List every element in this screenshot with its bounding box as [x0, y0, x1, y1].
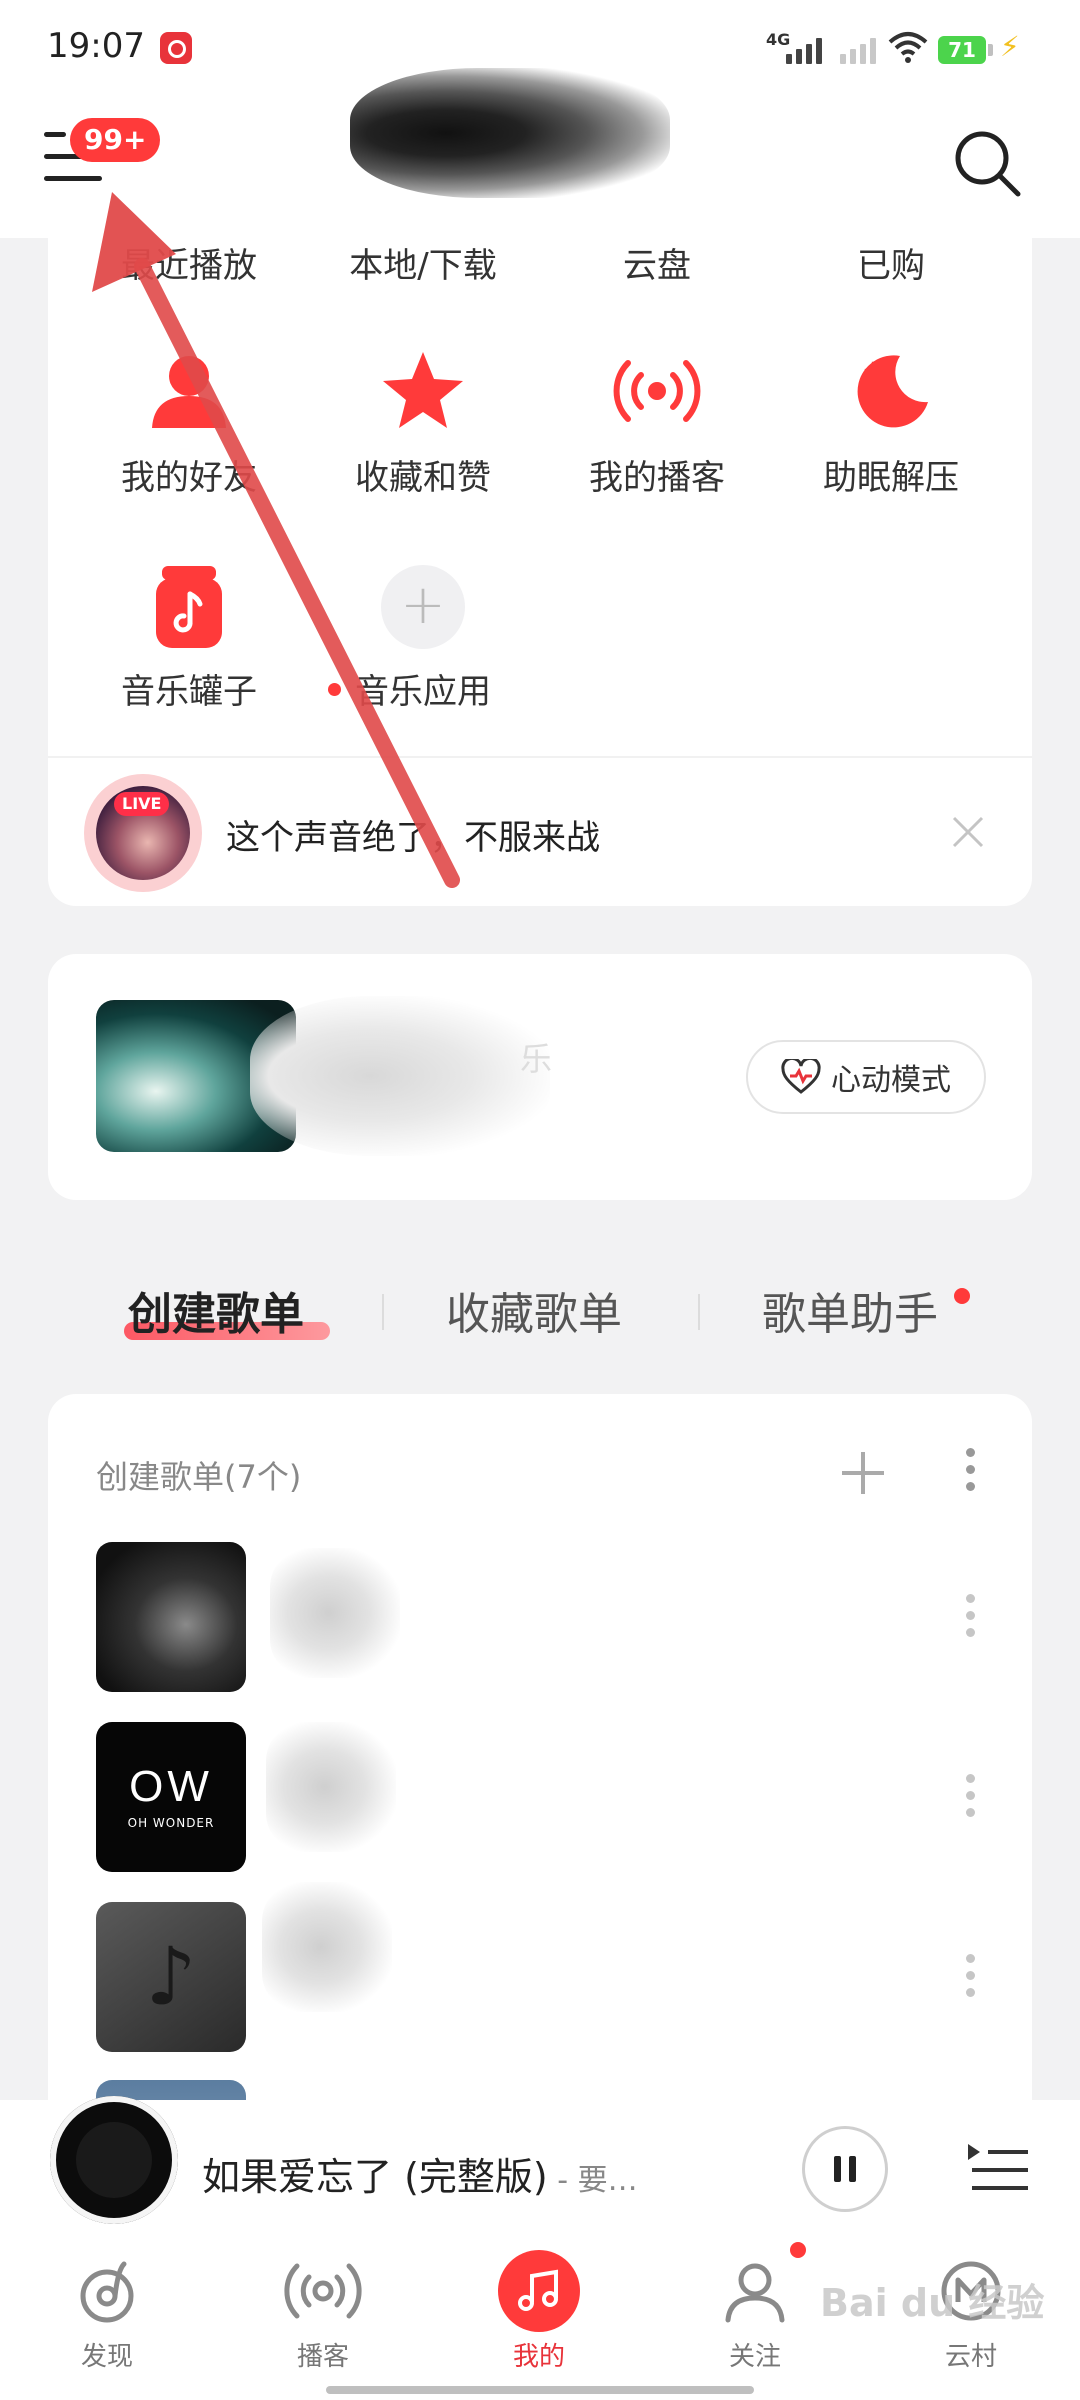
live-tag: LIVE	[114, 792, 170, 816]
playlist-cover[interactable]: OW OH WONDER	[96, 1722, 246, 1872]
nav-label: 播客	[296, 2342, 349, 2372]
nav-label: 关注	[728, 2342, 781, 2372]
grid-sleep-relax[interactable]: 助眠解压	[774, 450, 1008, 499]
live-banner-text[interactable]: 这个声音绝了，不服来战	[226, 810, 600, 859]
divider	[48, 756, 1032, 758]
svg-text:+: +	[862, 355, 884, 385]
notification-badge: 99+	[70, 118, 161, 162]
music-note-icon: ♪	[145, 1930, 197, 2023]
section-more-icon[interactable]	[964, 1448, 976, 1491]
tab-playlist-assistant[interactable]: 歌单助手	[762, 1278, 938, 1342]
heart-mode-label: 心动模式	[831, 1063, 951, 1098]
nav-label: 发现	[80, 2342, 133, 2372]
add-playlist-icon[interactable]	[836, 1446, 890, 1500]
grid-cloud-disk[interactable]: 云盘	[540, 238, 774, 287]
playlist-queue-icon[interactable]	[966, 2140, 1030, 2196]
playlist-cover[interactable]: ♪	[96, 1902, 246, 2052]
watermark: Bai du 经验	[820, 2281, 1045, 2325]
pause-button[interactable]	[802, 2126, 888, 2212]
playlist-more-icon[interactable]	[964, 1954, 976, 1997]
nav-discover[interactable]: 发现	[32, 2250, 182, 2373]
charging-icon: ⚡	[1000, 30, 1020, 63]
now-playing-disc[interactable]	[50, 2096, 178, 2224]
battery-tip	[988, 44, 993, 56]
search-icon[interactable]	[948, 124, 1028, 204]
cell-signal-2-icon	[840, 32, 876, 64]
podcast-broadcast-icon[interactable]	[540, 346, 774, 436]
playlist-cover[interactable]	[96, 1542, 246, 1692]
created-playlists-count: 创建歌单(7个)	[96, 1458, 302, 1496]
assistant-new-dot	[954, 1288, 970, 1304]
redacted-playlist-name	[270, 1548, 400, 1678]
wifi-icon	[888, 32, 928, 63]
playlist-more-icon[interactable]	[964, 1594, 976, 1637]
nav-label: 云村	[944, 2342, 997, 2372]
status-time: 19:07	[47, 26, 145, 66]
music-note-icon	[518, 2269, 558, 2311]
now-playing-title[interactable]: 如果爱忘了 (完整版) - 要…	[202, 2146, 638, 2201]
tab-created-playlists[interactable]: 创建歌单	[128, 1278, 304, 1342]
close-icon[interactable]	[948, 812, 988, 852]
nav-podcast[interactable]: 播客	[248, 2250, 398, 2373]
grid-purchased[interactable]: 已购	[774, 238, 1008, 287]
nav-follow[interactable]: 关注	[680, 2250, 830, 2373]
cell-signal-icon	[786, 32, 822, 64]
friends-icon[interactable]	[72, 346, 306, 436]
music-jar-icon[interactable]	[72, 562, 306, 652]
grid-music-jar[interactable]: 音乐罐子	[72, 664, 306, 713]
nav-mine[interactable]: 我的	[464, 2250, 614, 2373]
cover-text-oh-wonder: OH WONDER	[127, 1816, 215, 1830]
moon-sleep-icon[interactable]: +	[774, 346, 1008, 436]
follow-new-dot	[790, 2242, 806, 2258]
home-indicator[interactable]	[326, 2386, 754, 2394]
podcast-icon	[284, 2263, 362, 2319]
grid-my-podcast[interactable]: 我的播客	[540, 450, 774, 499]
grid-local-download[interactable]: 本地/下载	[306, 238, 540, 287]
tab-collected-playlists[interactable]: 收藏歌单	[446, 1278, 622, 1342]
star-icon[interactable]	[306, 346, 540, 436]
user-icon	[725, 2263, 785, 2323]
redacted-playlist-name	[266, 1722, 396, 1852]
redacted-card-title	[250, 996, 550, 1156]
heart-icon	[781, 1059, 821, 1094]
grid-recent-play[interactable]: 最近播放	[72, 238, 306, 287]
tab-separator	[698, 1294, 700, 1330]
grid-my-friends[interactable]: 我的好友	[72, 450, 306, 499]
app-notification-icon	[160, 32, 192, 64]
grid-favorites-likes[interactable]: 收藏和赞	[306, 450, 540, 499]
song-separator: -	[547, 2163, 578, 2198]
battery-indicator: 71	[938, 36, 986, 64]
redacted-playlist-name	[262, 1882, 392, 2012]
redacted-username	[350, 68, 670, 198]
add-app-icon[interactable]: +	[306, 562, 540, 652]
discover-icon	[80, 2261, 134, 2323]
song-name: 如果爱忘了 (完整版)	[202, 2155, 548, 2199]
card-title-fragment: 乐	[520, 1040, 553, 1078]
cover-text-ow: OW	[129, 1762, 213, 1811]
playlist-more-icon[interactable]	[964, 1774, 976, 1817]
live-avatar[interactable]: LIVE	[84, 774, 202, 892]
grid-music-apps[interactable]: 音乐应用	[306, 664, 540, 713]
heart-mode-button[interactable]: 心动模式	[746, 1040, 986, 1114]
tab-separator	[382, 1294, 384, 1330]
song-artist: 要…	[577, 2163, 638, 2198]
nav-label: 我的	[512, 2342, 565, 2372]
